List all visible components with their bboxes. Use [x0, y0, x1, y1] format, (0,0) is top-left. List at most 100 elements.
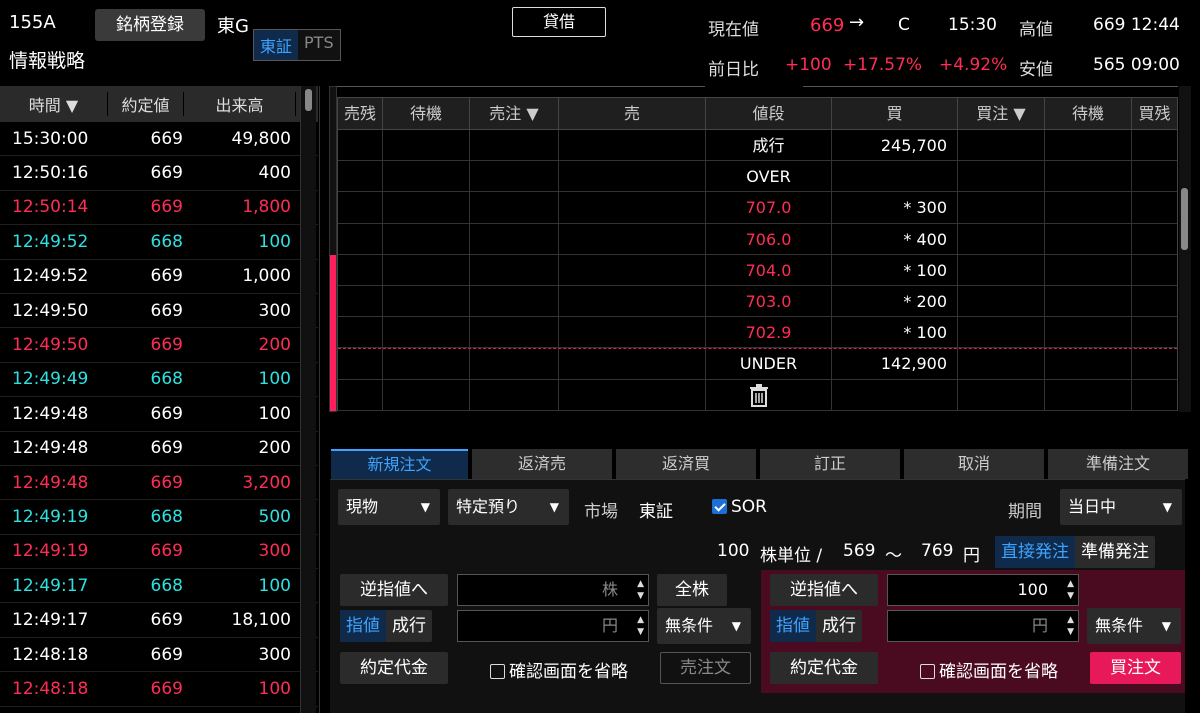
sor-checkbox[interactable]: SOR	[712, 497, 767, 517]
buy-stop-order-button[interactable]: 逆指値へ	[770, 574, 878, 606]
book-cell	[1045, 317, 1132, 348]
buy-price-type-toggle[interactable]: 指値 成行	[770, 610, 862, 642]
dispatch-mode-toggle[interactable]: 直接発注 準備発注	[995, 536, 1155, 568]
order-book-rows: 成行 245,700 OVER 707.0 * 300 706.0 * 400 704.0 * …	[338, 130, 1177, 411]
custody-select[interactable]: 特定預り ▼	[448, 489, 569, 525]
tape-scrollbar-thumb[interactable]	[305, 89, 312, 111]
order-book-header: 売残 待機 売注 ▼ 売 値段 買 買注 ▼ 待機 買残	[338, 98, 1177, 130]
tape-volume: 200	[258, 335, 291, 356]
sell-qty-input[interactable]: 株 ▲ ▼	[457, 574, 649, 606]
market-toggle-tse[interactable]: 東証	[254, 30, 299, 60]
book-row[interactable]: 702.9 * 100	[338, 317, 1177, 349]
tape-time: 12:49:17	[12, 610, 89, 631]
sell-condition-select[interactable]: 無条件 ▼	[657, 608, 751, 644]
account-type-select[interactable]: 現物 ▼	[338, 489, 440, 525]
all-shares-button[interactable]: 全株	[657, 574, 727, 606]
tape-row: 12:49:19 669 300	[0, 535, 318, 570]
register-stock-button[interactable]: 銘柄登録	[95, 9, 205, 41]
book-row[interactable]: OVER	[338, 161, 1177, 193]
tape-price: 669	[150, 644, 183, 665]
tape-row: 12:48:18 669 100	[0, 672, 318, 707]
book-row[interactable]: UNDER 142,900	[338, 348, 1177, 380]
sell-stop-order-button[interactable]: 逆指値へ	[340, 574, 448, 606]
book-scrollbar-thumb[interactable]	[1181, 188, 1188, 250]
trash-icon[interactable]	[746, 382, 772, 408]
tab-modify[interactable]: 訂正	[760, 449, 900, 479]
tape-volume: 400	[258, 163, 291, 184]
book-row[interactable]: 706.0 * 400	[338, 223, 1177, 255]
buy-price-input[interactable]: 円 ▲ ▼	[887, 610, 1079, 642]
tape-time: 12:49:50	[12, 335, 89, 356]
buy-order-button[interactable]: 買注文	[1090, 652, 1181, 684]
book-header-sell-wait: 待機	[383, 98, 470, 129]
checkbox-icon[interactable]	[920, 664, 935, 679]
direct-order-button[interactable]: 直接発注	[995, 536, 1075, 568]
sell-limit-button[interactable]: 指値	[340, 610, 386, 642]
tab-new-order[interactable]: 新規注文	[331, 449, 468, 479]
tab-repay-sell[interactable]: 返済売	[472, 449, 612, 479]
sell-price-input[interactable]: 円 ▲ ▼	[457, 610, 649, 642]
stepper-icon[interactable]: ▲ ▼	[637, 578, 644, 602]
prepared-order-button[interactable]: 準備発注	[1075, 536, 1155, 568]
sell-market-button[interactable]: 成行	[386, 610, 432, 642]
stepper-icon[interactable]: ▲ ▼	[1067, 578, 1074, 602]
tape-row: 12:49:52 669 1,000	[0, 260, 318, 294]
book-row[interactable]: 703.0 * 200	[338, 285, 1177, 318]
book-cell	[470, 254, 559, 285]
tape-time: 12:50:16	[12, 163, 89, 184]
sell-skip-confirm-checkbox[interactable]: 確認画面を省略	[490, 657, 628, 682]
buy-limit-button[interactable]: 指値	[770, 610, 816, 642]
book-scrollbar[interactable]	[1179, 86, 1191, 412]
buy-condition-select[interactable]: 無条件 ▼	[1087, 608, 1181, 644]
book-cell	[338, 161, 383, 192]
tape-price: 668	[150, 575, 183, 596]
buy-qty-input[interactable]: 100 ▲ ▼	[887, 574, 1079, 606]
check-icon[interactable]	[712, 499, 727, 514]
tab-cancel[interactable]: 取消	[904, 449, 1044, 479]
tape-scrollbar[interactable]	[300, 86, 316, 713]
tab-repay-buy[interactable]: 返済買	[616, 449, 756, 479]
range-unit: 円	[963, 546, 980, 566]
current-price-label: 現在値	[708, 20, 759, 40]
sell-order-button[interactable]: 売注文	[660, 652, 751, 684]
book-cell	[383, 285, 470, 317]
buy-market-button[interactable]: 成行	[816, 610, 862, 642]
tape-time: 12:48:18	[12, 678, 89, 699]
tab-prepared-order[interactable]: 準備注文	[1048, 449, 1188, 479]
tape-price: 669	[150, 335, 183, 356]
book-row[interactable]: 707.0 * 300	[338, 192, 1177, 224]
tape-price: 668	[150, 231, 183, 252]
book-header-buy-order[interactable]: 買注 ▼	[958, 98, 1045, 129]
stepper-icon[interactable]: ▲ ▼	[637, 614, 644, 638]
market-toggle[interactable]: 東証 PTS	[253, 29, 341, 61]
buy-skip-confirm-checkbox[interactable]: 確認画面を省略	[920, 657, 1058, 682]
stepper-icon[interactable]: ▲ ▼	[1067, 614, 1074, 638]
book-cell	[383, 379, 470, 410]
change-label: 前日比	[708, 60, 759, 80]
sell-price-type-toggle[interactable]: 指値 成行	[340, 610, 432, 642]
period-select[interactable]: 当日中 ▼	[1060, 489, 1182, 525]
book-cell	[559, 317, 706, 348]
tape-row: 12:48:18 669 300	[0, 638, 318, 673]
book-cell	[383, 130, 470, 161]
book-header-sell-order[interactable]: 売注 ▼	[470, 98, 559, 129]
book-cell	[958, 379, 1045, 410]
tape-header-time[interactable]: 時間 ▼	[0, 92, 108, 116]
tape-volume: 1,800	[242, 197, 291, 218]
book-cell	[1132, 192, 1177, 222]
book-row[interactable]: 成行 245,700	[338, 130, 1177, 162]
book-cell	[470, 348, 559, 379]
book-row[interactable]: 704.0 * 100	[338, 254, 1177, 286]
checkbox-icon[interactable]	[490, 664, 505, 679]
margin-lend-button[interactable]: 貸借	[512, 7, 606, 37]
sell-amount-button[interactable]: 約定代金	[340, 652, 448, 684]
book-cell	[470, 223, 559, 254]
market-toggle-pts[interactable]: PTS	[298, 30, 340, 60]
tape-time: 12:50:14	[12, 197, 89, 218]
tape-volume: 500	[258, 506, 291, 527]
buy-amount-button[interactable]: 約定代金	[770, 652, 878, 684]
book-price: 703.0	[706, 285, 832, 317]
book-header-buy-remain: 買残	[1138, 104, 1171, 123]
period-label: 期間	[1008, 502, 1042, 522]
market-label: 市場	[584, 502, 618, 522]
